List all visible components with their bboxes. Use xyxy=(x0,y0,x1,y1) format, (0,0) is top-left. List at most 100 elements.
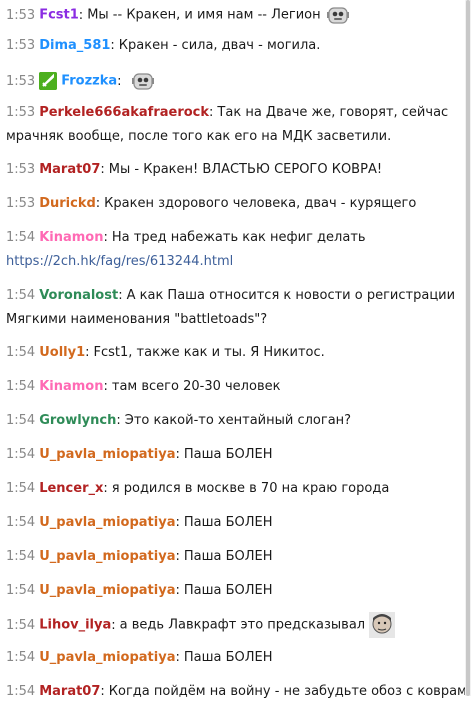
username-separator: : xyxy=(111,617,116,633)
chat-message: 1:53 Perkele666akafraerock: Так на Дваче ж… xyxy=(0,101,458,149)
message-timestamp: 1:53 xyxy=(6,38,36,53)
message-text: Fcst1, также как и ты. Я Никитос. xyxy=(93,345,325,360)
message-username[interactable]: U_pavla_miopatiya xyxy=(39,515,175,530)
chat-message: 1:54 U_pavla_miopatiya: Паша БОЛЕН xyxy=(0,579,458,603)
robot-emote-icon xyxy=(130,68,156,94)
username-separator: : xyxy=(117,73,122,89)
message-text: там всего 20-30 человек xyxy=(111,379,281,394)
chat-message: 1:54 Kinamon: там всего 20-30 человек xyxy=(0,375,458,399)
message-timestamp: 1:54 xyxy=(6,481,36,496)
message-username[interactable]: Marat07 xyxy=(39,684,100,699)
message-text: Кракен - сила, двач - могила. xyxy=(118,38,321,53)
username-separator: : xyxy=(110,38,115,53)
message-text: Паша БОЛЕН xyxy=(183,650,273,665)
chat-message: 1:54 Kinamon: На тред набежать как нефиг д… xyxy=(0,226,458,274)
message-timestamp: 1:54 xyxy=(6,549,36,564)
sword-badge-icon xyxy=(39,72,58,90)
chat-message: 1:54 Uolly1: Fcst1, также как и ты. Я Ники… xyxy=(0,341,458,365)
message-username[interactable]: Lihov_ilya xyxy=(39,618,111,633)
message-timestamp: 1:54 xyxy=(6,379,36,394)
message-username[interactable]: Fcst1 xyxy=(39,8,79,23)
chat-message: 1:54 Marat07: Когда пойдём на войну - не з… xyxy=(0,680,471,704)
message-timestamp: 1:54 xyxy=(6,345,36,360)
message-text: Кракен здорового человека, двач - куряще… xyxy=(104,196,417,211)
message-text: На тред набежать как нефиг делать xyxy=(111,230,366,245)
username-separator: : xyxy=(175,549,180,564)
message-username[interactable]: Voronalost xyxy=(39,288,118,303)
message-timestamp: 1:53 xyxy=(6,105,36,120)
chat-scrollbar[interactable] xyxy=(465,0,471,696)
message-username[interactable]: Kinamon xyxy=(39,379,103,394)
username-separator: : xyxy=(103,481,108,496)
username-separator: : xyxy=(116,413,121,428)
message-timestamp: 1:53 xyxy=(6,73,36,89)
username-separator: : xyxy=(175,447,180,462)
message-text: Паша БОЛЕН xyxy=(183,515,273,530)
message-username[interactable]: Lencer_x xyxy=(39,481,103,496)
chat-message: 1:53 Durickd: Кракен здорового человека, д… xyxy=(0,192,458,216)
chat-message: 1:53 Marat07: Мы - Кракен! ВЛАСТЬЮ СЕРОГО … xyxy=(0,158,458,182)
message-timestamp: 1:54 xyxy=(6,617,36,633)
username-separator: : xyxy=(103,379,108,394)
chat-message: 1:53 Fcst1: Мы -- Кракен, и имя нам -- Лег… xyxy=(0,2,458,28)
message-username[interactable]: U_pavla_miopatiya xyxy=(39,650,175,665)
chat-message: 1:54 U_pavla_miopatiya: Паша БОЛЕН xyxy=(0,443,458,467)
message-text: Это какой-то хентайный слоган? xyxy=(124,413,352,428)
username-separator: : xyxy=(209,105,214,120)
chat-message: 1:54 Lencer_x: я родился в москве в 70 на … xyxy=(0,477,458,501)
chat-message: 1:54 Lihov_ilya: а ведь Лавкрафт это предс… xyxy=(0,612,458,638)
message-timestamp: 1:54 xyxy=(6,650,36,665)
message-timestamp: 1:54 xyxy=(6,583,36,598)
message-username[interactable]: Marat07 xyxy=(39,162,100,177)
chat-message: 1:53 Frozzka: xyxy=(0,68,458,94)
chat-message: 1:54 Voronalost: А как Паша относится к но… xyxy=(0,284,458,332)
message-username[interactable]: U_pavla_miopatiya xyxy=(39,447,175,462)
chat-message: 1:54 Growlynch: Это какой-то хентайный сло… xyxy=(0,409,458,433)
message-text: Паша БОЛЕН xyxy=(183,447,273,462)
message-text: Паша БОЛЕН xyxy=(183,549,273,564)
message-username[interactable]: Uolly1 xyxy=(39,345,85,360)
message-text: Когда пойдём на войну - не забудьте обоз… xyxy=(108,684,471,699)
message-link[interactable]: https://2ch.hk/fag/res/613244.html xyxy=(6,254,233,269)
message-timestamp: 1:54 xyxy=(6,515,36,530)
message-username[interactable]: U_pavla_miopatiya xyxy=(39,583,175,598)
username-separator: : xyxy=(175,650,180,665)
message-username[interactable]: Kinamon xyxy=(39,230,103,245)
username-separator: : xyxy=(100,684,105,699)
username-separator: : xyxy=(103,230,108,245)
username-separator: : xyxy=(175,583,180,598)
scrollbar-thumb[interactable] xyxy=(466,0,470,696)
chat-message: 1:54 U_pavla_miopatiya: Паша БОЛЕН xyxy=(0,646,458,670)
message-timestamp: 1:53 xyxy=(6,162,36,177)
message-username[interactable]: Frozzka xyxy=(61,74,117,89)
username-separator: : xyxy=(175,515,180,530)
robot-emote-icon xyxy=(325,2,351,28)
username-separator: : xyxy=(118,288,123,303)
message-username[interactable]: Durickd xyxy=(39,196,96,211)
chat-message: 1:53 Dima_581: Кракен - сила, двач - могил… xyxy=(0,34,458,58)
message-timestamp: 1:54 xyxy=(6,288,36,303)
message-text: я родился в москве в 70 на краю города xyxy=(111,481,390,496)
message-timestamp: 1:54 xyxy=(6,447,36,462)
message-username[interactable]: Perkele666akafraerock xyxy=(39,105,209,120)
message-timestamp: 1:53 xyxy=(6,7,36,23)
username-separator: : xyxy=(78,7,84,23)
message-text: Паша БОЛЕН xyxy=(183,583,273,598)
message-text: а ведь Лавкрафт это предсказывал xyxy=(119,617,366,633)
message-timestamp: 1:53 xyxy=(6,196,36,211)
message-timestamp: 1:54 xyxy=(6,230,36,245)
chat-message: 1:54 U_pavla_miopatiya: Паша БОЛЕН xyxy=(0,511,458,535)
message-timestamp: 1:54 xyxy=(6,413,36,428)
username-separator: : xyxy=(95,196,101,211)
message-username[interactable]: Dima_581 xyxy=(39,38,110,53)
chat-message: 1:54 U_pavla_miopatiya: Паша БОЛЕН xyxy=(0,545,458,569)
message-username[interactable]: U_pavla_miopatiya xyxy=(39,549,175,564)
username-separator: : xyxy=(85,345,90,360)
message-timestamp: 1:54 xyxy=(6,684,36,699)
message-text: Мы -- Кракен, и имя нам -- Легион xyxy=(87,7,321,23)
message-username[interactable]: Growlynch xyxy=(39,413,116,428)
message-text: Мы - Кракен! ВЛАСТЬЮ СЕРОГО КОВРА! xyxy=(108,162,383,177)
face-emote-icon xyxy=(369,612,396,638)
username-separator: : xyxy=(100,162,105,177)
chat-message-list: 1:53 Fcst1: Мы -- Кракен, и имя нам -- Лег… xyxy=(0,0,471,699)
